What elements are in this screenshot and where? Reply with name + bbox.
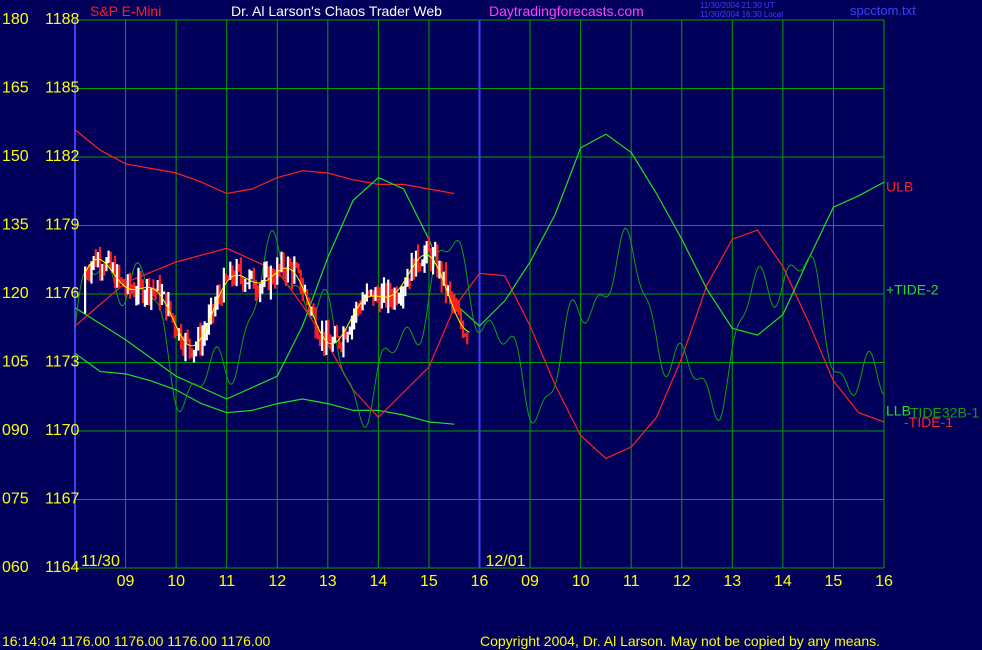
x-tick-label: 14	[369, 573, 387, 590]
status-readout: 16:14:04 1176.00 1176.00 1176.00 1176.00	[2, 633, 271, 649]
y-tick-index: 105	[2, 354, 29, 371]
series-line-ulb	[74, 129, 455, 195]
chart-canvas: S&P E-Mini Dr. Al Larson's Chaos Trader …	[2, 1, 979, 649]
site-link[interactable]: Daytradingforecasts.com	[489, 3, 644, 19]
y-tick-index: 090	[2, 422, 29, 439]
time-utc: 11/30/2004 21:30 UT	[700, 1, 775, 10]
y-tick-index: 075	[2, 491, 29, 508]
y-tick-index: 135	[2, 217, 29, 234]
chart-title: Dr. Al Larson's Chaos Trader Web	[231, 3, 442, 19]
x-tick-label: 15	[825, 573, 843, 590]
y-tick-price: 1179	[45, 217, 80, 234]
y-tick-price: 1185	[45, 80, 80, 97]
y-tick-price: 1188	[45, 11, 80, 28]
x-tick-label: 09	[521, 573, 539, 590]
x-tick-label: 16	[471, 573, 489, 590]
instrument-label: S&P E-Mini	[90, 3, 161, 19]
series-label: -TIDE-1	[904, 414, 953, 430]
x-tick-label: 09	[117, 573, 135, 590]
copyright: Copyright 2004, Dr. Al Larson. May not b…	[480, 633, 880, 649]
x-tick-label: 12	[673, 573, 691, 590]
y-tick-price: 1170	[45, 422, 80, 439]
x-tick-label: 11	[218, 573, 235, 590]
x-tick-label: 10	[572, 573, 590, 590]
date-label: 12/01	[486, 553, 526, 570]
x-tick-label: 15	[420, 573, 438, 590]
series-label: +TIDE-2	[886, 281, 939, 297]
y-tick-index: 150	[2, 148, 29, 165]
y-tick-index: 165	[2, 80, 29, 97]
y-tick-price: 1173	[45, 354, 80, 371]
y-tick-price: 1167	[45, 491, 80, 508]
y-tick-price: 1176	[45, 285, 80, 302]
x-tick-label: 13	[723, 573, 741, 590]
x-tick-label: 16	[875, 573, 893, 590]
series-label: ULB	[886, 179, 913, 195]
series-line-llb	[74, 352, 455, 425]
chart-grid	[74, 19, 885, 569]
x-tick-label: 10	[167, 573, 185, 590]
y-tick-index: 120	[2, 285, 29, 302]
file-name: spcctom.txt	[850, 3, 916, 18]
x-tick-label: 12	[268, 573, 286, 590]
x-tick-label: 11	[623, 573, 640, 590]
time-local: 11/30/2004 16:30 Local	[700, 10, 783, 19]
y-tick-price: 1182	[45, 148, 80, 165]
y-tick-index: 180	[2, 11, 29, 28]
y-tick-index: 060	[2, 559, 29, 576]
x-tick-label: 13	[319, 573, 337, 590]
date-label: 11/30	[81, 553, 120, 570]
x-tick-label: 14	[774, 573, 792, 590]
y-tick-price: 1164	[45, 559, 80, 576]
